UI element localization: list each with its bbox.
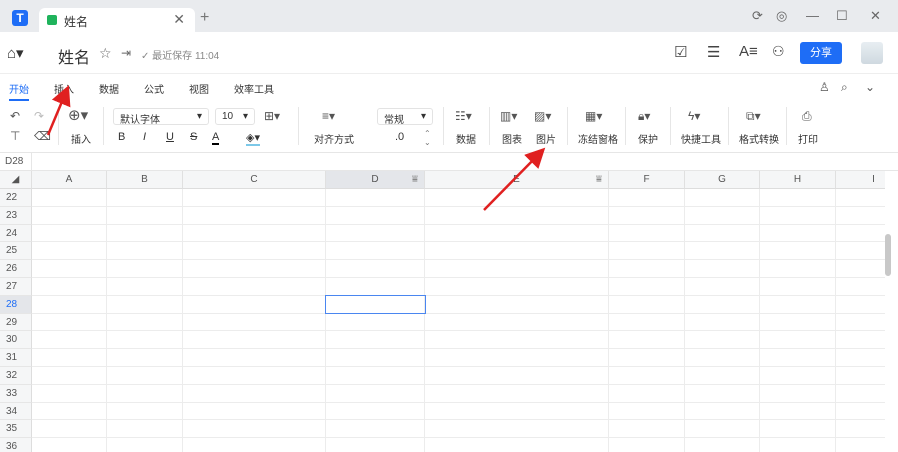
arrow-to-insert-tab [46,85,71,136]
annotation-arrows [46,85,546,211]
arrow-to-picture [483,147,546,211]
